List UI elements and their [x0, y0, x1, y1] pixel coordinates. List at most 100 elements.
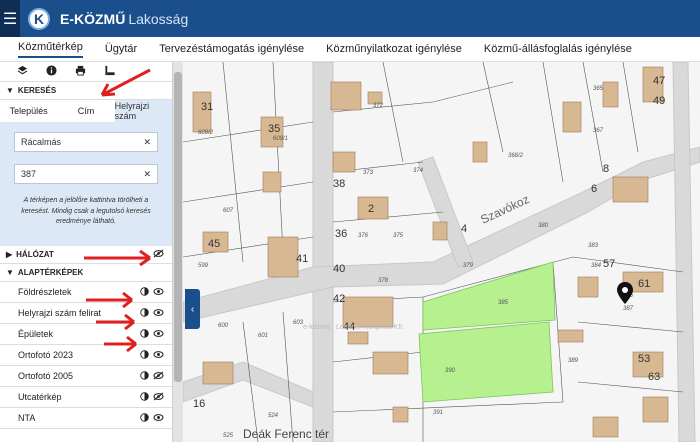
house-number-label: 49	[653, 95, 665, 107]
annotation-arrow	[104, 335, 137, 353]
parcel-number-label: 525	[223, 433, 234, 439]
app-title: E-KÖZMŰ Lakosság	[60, 10, 189, 27]
layer-label: Épületek	[18, 329, 54, 339]
parcel-number-label: 524	[268, 413, 279, 419]
parcel-number-label: 609/1	[273, 136, 288, 142]
parcel-number-label: 601	[258, 333, 268, 339]
annotation-arrow	[86, 291, 133, 309]
sidebar-scrollbar[interactable]	[173, 62, 183, 442]
parcel-number-label: 378	[378, 278, 389, 284]
map-canvas[interactable]: 3135383640424445414749576153632468163723…	[183, 62, 700, 442]
search-hint: A térképen a jelölőre kattintva törölhet…	[21, 197, 151, 225]
clear-icon[interactable]: ✕	[143, 137, 151, 148]
layer-label: Ortofotó 2005	[18, 371, 74, 381]
parcel-number-label: 599	[198, 263, 209, 269]
parcel-number-label: 391	[433, 410, 443, 416]
tab-telepules[interactable]: Település	[0, 100, 57, 122]
eye-off-icon[interactable]	[153, 370, 164, 382]
nav-kozmuterkep[interactable]: Közműtérkép	[18, 41, 83, 58]
layer-row[interactable]: Épületek	[0, 324, 172, 345]
search-panel: Rácalmás ✕ 387 ✕ A térképen a jelölőre k…	[0, 122, 172, 246]
parcel-number-label: 389	[568, 358, 579, 364]
parcel-number-label: 380	[538, 223, 549, 229]
menu-icon[interactable]: ☰	[0, 0, 20, 37]
parcel-number-label: 600	[218, 323, 229, 329]
layer-row[interactable]: Ortofotó 2023	[0, 345, 172, 366]
square-label: Deák Ferenc tér	[243, 427, 329, 441]
scrollbar-thumb[interactable]	[174, 72, 182, 382]
parcel-number-label: 375	[393, 233, 404, 239]
house-number-label: 4	[461, 223, 467, 235]
house-number-label: 40	[333, 263, 345, 275]
parcel-number-label: 376	[358, 233, 369, 239]
layer-label: NTA	[18, 413, 36, 423]
nav-kozmunyilatkozat[interactable]: Közműnyilatkozat igénylése	[326, 43, 462, 55]
parcel-number-label: 379	[463, 263, 474, 269]
opacity-icon[interactable]	[140, 412, 149, 424]
chevron-right-icon: ▶	[6, 250, 13, 259]
house-number-label: 35	[268, 123, 280, 135]
parcel-number-label: 383	[588, 243, 599, 249]
house-number-label: 41	[296, 253, 308, 265]
eye-off-icon[interactable]	[153, 391, 164, 403]
parcel-number-label: 373	[363, 170, 374, 176]
chevron-down-icon: ▼	[6, 268, 14, 277]
eye-icon[interactable]	[153, 308, 164, 319]
eye-icon[interactable]	[153, 329, 164, 340]
parcel-number-label: 607	[223, 208, 234, 214]
nav-kozmu-allasfoglalas[interactable]: Közmű-állásfoglalás igénylése	[484, 43, 632, 55]
nav-tervezestamogatas[interactable]: Tervezéstámogatás igénylése	[159, 43, 304, 55]
eye-icon[interactable]	[153, 350, 164, 361]
house-number-label: 2	[368, 203, 374, 215]
house-number-label: 8	[603, 163, 609, 175]
info-icon[interactable]	[37, 64, 66, 79]
parcel-number-label: 374	[413, 168, 424, 174]
layer-label: Ortofotó 2023	[18, 350, 74, 360]
parcel-number-label: 367	[593, 128, 604, 134]
app-logo: K	[28, 7, 50, 30]
map-watermark: e-közmű · Lechner Nonprofit Kft.	[303, 324, 404, 331]
house-number-label: 53	[638, 353, 650, 365]
layer-row[interactable]: NTA	[0, 408, 172, 429]
house-number-label: 31	[201, 101, 213, 113]
house-number-label: 57	[603, 258, 615, 270]
town-field[interactable]: Rácalmás ✕	[14, 132, 158, 152]
layer-label: Utcatérkép	[18, 392, 62, 402]
parcel-number-label: 368/2	[508, 153, 524, 159]
annotation-arrow	[84, 249, 151, 267]
nav-ugytar[interactable]: Ügytár	[105, 43, 137, 55]
house-number-label: 61	[638, 278, 650, 290]
house-number-label: 38	[333, 178, 345, 190]
parcel-number-label: 609/2	[198, 130, 214, 136]
house-number-label: 63	[648, 371, 660, 383]
parcel-number-label: 385	[498, 300, 509, 306]
app-header: ☰ K E-KÖZMŰ Lakosság	[0, 0, 700, 37]
layers-icon[interactable]	[8, 65, 37, 79]
parcel-number-label: 390	[445, 368, 456, 374]
parcel-number-value: 387	[21, 169, 37, 179]
collapse-sidebar-button[interactable]: ‹	[185, 289, 200, 329]
eye-icon[interactable]	[153, 413, 164, 424]
main-nav: Közműtérkép Ügytár Tervezéstámogatás igé…	[0, 37, 700, 62]
clear-icon[interactable]: ✕	[143, 169, 151, 180]
house-number-label: 45	[208, 238, 220, 250]
layer-row[interactable]: Ortofotó 2005	[0, 366, 172, 387]
house-number-label: 42	[333, 293, 345, 305]
chevron-down-icon: ▼	[6, 86, 14, 95]
annotation-arrow	[100, 68, 151, 97]
opacity-icon[interactable]	[140, 391, 149, 403]
map-view[interactable]: 31 35 38 36 40 42 44 45 41 47 49 57 61 53 63 2 4 6 8 16 372 3…	[183, 62, 700, 442]
layer-row[interactable]: Utcatérkép	[0, 387, 172, 408]
parcel-number-label: 365	[593, 86, 604, 92]
parcel-number-label: 384	[591, 263, 602, 269]
parcel-number-field[interactable]: 387 ✕	[14, 164, 158, 184]
house-number-label: 16	[193, 398, 205, 410]
house-number-label: 36	[335, 228, 347, 240]
eye-icon[interactable]	[153, 287, 164, 298]
town-value: Rácalmás	[21, 137, 62, 147]
house-number-label: 47	[653, 75, 665, 87]
opacity-icon[interactable]	[140, 370, 149, 382]
layer-label: Földrészletek	[18, 287, 72, 297]
house-number-label: 6	[591, 183, 597, 195]
parcel-number-label: 387	[623, 306, 634, 312]
